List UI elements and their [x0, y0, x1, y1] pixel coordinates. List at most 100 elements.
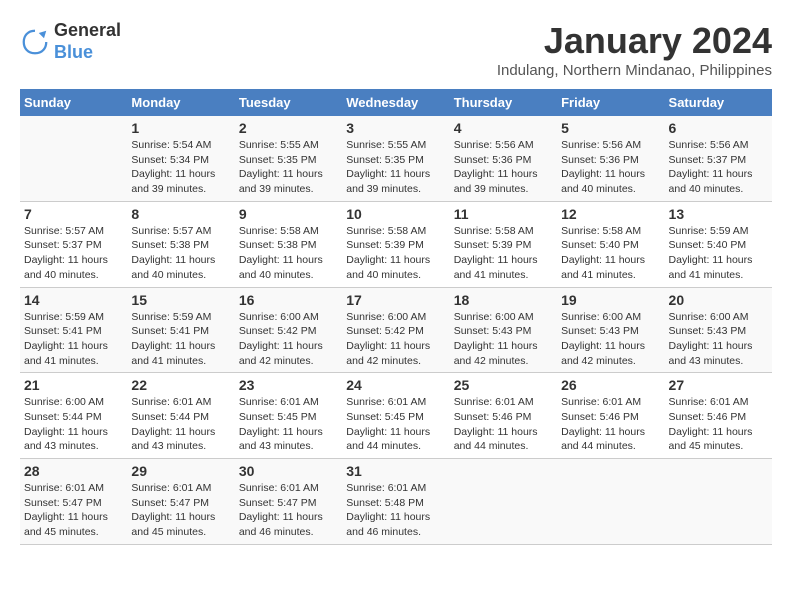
cell-info: Sunrise: 5:59 AMSunset: 5:40 PMDaylight:…	[669, 225, 753, 281]
day-header: Saturday	[665, 89, 772, 116]
calendar-week-row: 21 Sunrise: 6:00 AMSunset: 5:44 PMDaylig…	[20, 373, 772, 459]
cell-info: Sunrise: 6:01 AMSunset: 5:44 PMDaylight:…	[131, 396, 215, 452]
cell-info: Sunrise: 5:57 AMSunset: 5:38 PMDaylight:…	[131, 225, 215, 281]
calendar-cell: 14 Sunrise: 5:59 AMSunset: 5:41 PMDaylig…	[20, 287, 127, 373]
day-number: 20	[669, 292, 768, 308]
header: General Blue January 2024 Indulang, Nort…	[20, 20, 772, 79]
calendar-cell: 11 Sunrise: 5:58 AMSunset: 5:39 PMDaylig…	[450, 201, 557, 287]
calendar-cell: 4 Sunrise: 5:56 AMSunset: 5:36 PMDayligh…	[450, 116, 557, 201]
calendar-cell: 20 Sunrise: 6:00 AMSunset: 5:43 PMDaylig…	[665, 287, 772, 373]
calendar-week-row: 28 Sunrise: 6:01 AMSunset: 5:47 PMDaylig…	[20, 459, 772, 545]
day-number: 23	[239, 377, 338, 393]
calendar-table: SundayMondayTuesdayWednesdayThursdayFrid…	[20, 89, 772, 545]
calendar-cell	[20, 116, 127, 201]
cell-info: Sunrise: 6:00 AMSunset: 5:42 PMDaylight:…	[239, 311, 323, 367]
cell-info: Sunrise: 6:01 AMSunset: 5:47 PMDaylight:…	[24, 482, 108, 538]
day-number: 1	[131, 120, 230, 136]
calendar-cell: 12 Sunrise: 5:58 AMSunset: 5:40 PMDaylig…	[557, 201, 664, 287]
day-number: 7	[24, 206, 123, 222]
cell-info: Sunrise: 6:00 AMSunset: 5:42 PMDaylight:…	[346, 311, 430, 367]
cell-info: Sunrise: 6:01 AMSunset: 5:46 PMDaylight:…	[669, 396, 753, 452]
day-number: 9	[239, 206, 338, 222]
calendar-cell: 1 Sunrise: 5:54 AMSunset: 5:34 PMDayligh…	[127, 116, 234, 201]
cell-info: Sunrise: 6:00 AMSunset: 5:43 PMDaylight:…	[669, 311, 753, 367]
logo-icon	[20, 27, 50, 57]
calendar-cell: 15 Sunrise: 5:59 AMSunset: 5:41 PMDaylig…	[127, 287, 234, 373]
cell-info: Sunrise: 5:57 AMSunset: 5:37 PMDaylight:…	[24, 225, 108, 281]
day-number: 31	[346, 463, 445, 479]
day-number: 11	[454, 206, 553, 222]
calendar-week-row: 14 Sunrise: 5:59 AMSunset: 5:41 PMDaylig…	[20, 287, 772, 373]
calendar-cell: 31 Sunrise: 6:01 AMSunset: 5:48 PMDaylig…	[342, 459, 449, 545]
cell-info: Sunrise: 5:58 AMSunset: 5:39 PMDaylight:…	[346, 225, 430, 281]
day-number: 13	[669, 206, 768, 222]
calendar-cell: 29 Sunrise: 6:01 AMSunset: 5:47 PMDaylig…	[127, 459, 234, 545]
calendar-cell: 30 Sunrise: 6:01 AMSunset: 5:47 PMDaylig…	[235, 459, 342, 545]
day-number: 17	[346, 292, 445, 308]
day-number: 24	[346, 377, 445, 393]
cell-info: Sunrise: 6:01 AMSunset: 5:46 PMDaylight:…	[454, 396, 538, 452]
day-number: 2	[239, 120, 338, 136]
day-number: 26	[561, 377, 660, 393]
calendar-cell: 26 Sunrise: 6:01 AMSunset: 5:46 PMDaylig…	[557, 373, 664, 459]
day-header: Tuesday	[235, 89, 342, 116]
calendar-cell: 6 Sunrise: 5:56 AMSunset: 5:37 PMDayligh…	[665, 116, 772, 201]
calendar-cell: 24 Sunrise: 6:01 AMSunset: 5:45 PMDaylig…	[342, 373, 449, 459]
cell-info: Sunrise: 6:00 AMSunset: 5:44 PMDaylight:…	[24, 396, 108, 452]
main-title: January 2024	[497, 20, 772, 62]
day-number: 6	[669, 120, 768, 136]
title-block: January 2024 Indulang, Northern Mindanao…	[497, 20, 772, 79]
calendar-cell: 7 Sunrise: 5:57 AMSunset: 5:37 PMDayligh…	[20, 201, 127, 287]
cell-info: Sunrise: 5:59 AMSunset: 5:41 PMDaylight:…	[24, 311, 108, 367]
cell-info: Sunrise: 5:58 AMSunset: 5:38 PMDaylight:…	[239, 225, 323, 281]
calendar-cell: 13 Sunrise: 5:59 AMSunset: 5:40 PMDaylig…	[665, 201, 772, 287]
cell-info: Sunrise: 6:00 AMSunset: 5:43 PMDaylight:…	[561, 311, 645, 367]
cell-info: Sunrise: 5:55 AMSunset: 5:35 PMDaylight:…	[346, 139, 430, 195]
cell-info: Sunrise: 6:01 AMSunset: 5:46 PMDaylight:…	[561, 396, 645, 452]
day-number: 25	[454, 377, 553, 393]
day-number: 28	[24, 463, 123, 479]
cell-info: Sunrise: 6:01 AMSunset: 5:47 PMDaylight:…	[131, 482, 215, 538]
day-number: 8	[131, 206, 230, 222]
calendar-cell: 22 Sunrise: 6:01 AMSunset: 5:44 PMDaylig…	[127, 373, 234, 459]
cell-info: Sunrise: 6:00 AMSunset: 5:43 PMDaylight:…	[454, 311, 538, 367]
cell-info: Sunrise: 5:58 AMSunset: 5:39 PMDaylight:…	[454, 225, 538, 281]
cell-info: Sunrise: 6:01 AMSunset: 5:47 PMDaylight:…	[239, 482, 323, 538]
calendar-cell: 8 Sunrise: 5:57 AMSunset: 5:38 PMDayligh…	[127, 201, 234, 287]
day-number: 27	[669, 377, 768, 393]
day-number: 18	[454, 292, 553, 308]
day-number: 4	[454, 120, 553, 136]
calendar-cell: 10 Sunrise: 5:58 AMSunset: 5:39 PMDaylig…	[342, 201, 449, 287]
calendar-cell: 21 Sunrise: 6:00 AMSunset: 5:44 PMDaylig…	[20, 373, 127, 459]
day-number: 12	[561, 206, 660, 222]
day-header: Monday	[127, 89, 234, 116]
calendar-cell: 19 Sunrise: 6:00 AMSunset: 5:43 PMDaylig…	[557, 287, 664, 373]
logo: General Blue	[20, 20, 121, 63]
calendar-cell: 23 Sunrise: 6:01 AMSunset: 5:45 PMDaylig…	[235, 373, 342, 459]
calendar-cell: 2 Sunrise: 5:55 AMSunset: 5:35 PMDayligh…	[235, 116, 342, 201]
day-number: 5	[561, 120, 660, 136]
calendar-cell: 3 Sunrise: 5:55 AMSunset: 5:35 PMDayligh…	[342, 116, 449, 201]
cell-info: Sunrise: 5:59 AMSunset: 5:41 PMDaylight:…	[131, 311, 215, 367]
day-number: 3	[346, 120, 445, 136]
calendar-cell: 28 Sunrise: 6:01 AMSunset: 5:47 PMDaylig…	[20, 459, 127, 545]
day-number: 16	[239, 292, 338, 308]
day-header: Wednesday	[342, 89, 449, 116]
day-number: 10	[346, 206, 445, 222]
day-number: 21	[24, 377, 123, 393]
cell-info: Sunrise: 5:54 AMSunset: 5:34 PMDaylight:…	[131, 139, 215, 195]
cell-info: Sunrise: 5:56 AMSunset: 5:36 PMDaylight:…	[561, 139, 645, 195]
calendar-cell	[450, 459, 557, 545]
day-number: 14	[24, 292, 123, 308]
cell-info: Sunrise: 6:01 AMSunset: 5:45 PMDaylight:…	[239, 396, 323, 452]
calendar-cell: 9 Sunrise: 5:58 AMSunset: 5:38 PMDayligh…	[235, 201, 342, 287]
calendar-cell: 18 Sunrise: 6:00 AMSunset: 5:43 PMDaylig…	[450, 287, 557, 373]
day-number: 19	[561, 292, 660, 308]
day-number: 22	[131, 377, 230, 393]
calendar-cell: 5 Sunrise: 5:56 AMSunset: 5:36 PMDayligh…	[557, 116, 664, 201]
day-header: Thursday	[450, 89, 557, 116]
calendar-cell: 25 Sunrise: 6:01 AMSunset: 5:46 PMDaylig…	[450, 373, 557, 459]
cell-info: Sunrise: 6:01 AMSunset: 5:48 PMDaylight:…	[346, 482, 430, 538]
day-number: 15	[131, 292, 230, 308]
day-header: Sunday	[20, 89, 127, 116]
